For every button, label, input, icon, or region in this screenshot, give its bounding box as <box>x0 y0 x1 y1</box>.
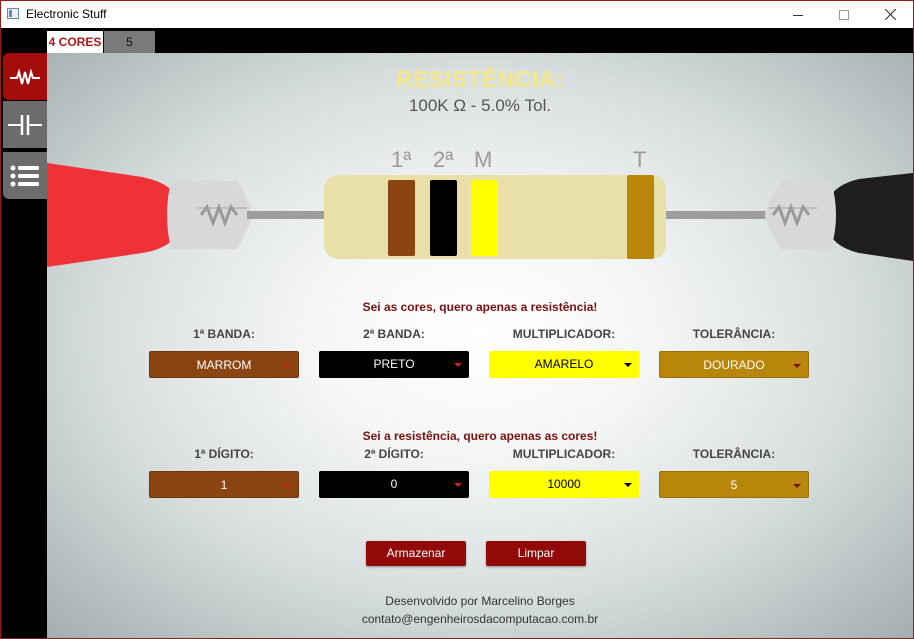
store-button[interactable]: Armazenar <box>366 541 466 566</box>
resistance-title: RESISTÊNCIA: <box>395 66 565 92</box>
capacitor-icon <box>8 114 42 135</box>
resistance-value: 100K Ω - 5.0% Tol. <box>408 96 552 115</box>
close-button[interactable] <box>867 1 913 28</box>
sidebar <box>1 53 47 638</box>
value-section-title: Sei a resistência, quero apenas as cores… <box>362 429 598 443</box>
band2-dropdown[interactable]: PRETO <box>319 351 469 378</box>
minimize-icon <box>793 14 803 16</box>
resistor-illustration <box>47 163 913 267</box>
chevron-down-icon <box>624 483 632 487</box>
multiplier-value-label: MULTIPLICADOR: <box>512 447 616 461</box>
tolerance-value-value: 5 <box>730 478 738 492</box>
right-lead <box>663 211 769 219</box>
digit1-dropdown[interactable]: 1 <box>149 471 299 498</box>
multiplier-color-dropdown[interactable]: AMARELO <box>489 351 639 378</box>
clear-button[interactable]: Limpar <box>486 541 586 566</box>
multiplier-color-label: MULTIPLICADOR: <box>512 327 616 341</box>
tab-5-cores[interactable]: 5 CORES <box>104 31 155 71</box>
resistor-band-1 <box>388 180 415 256</box>
right-probe <box>765 173 913 261</box>
resistor-band-2 <box>430 180 457 256</box>
band1-dropdown[interactable]: MARROM <box>149 351 299 378</box>
sidebar-item-resistor[interactable] <box>3 53 47 100</box>
footer-contact: contato@engenheirosdacomputacao.com.br <box>361 612 599 626</box>
main-content: RESISTÊNCIA: 100K Ω - 5.0% Tol. 1ª 2ª M … <box>47 53 913 638</box>
chevron-down-icon <box>793 484 801 488</box>
list-icon <box>10 165 39 186</box>
multiplier-color-value: AMARELO <box>534 357 594 371</box>
minimize-button[interactable] <box>775 1 821 28</box>
resistor-band-multiplier <box>471 180 498 256</box>
tolerance-color-dropdown[interactable]: DOURADO <box>659 351 809 378</box>
maximize-icon <box>839 9 849 20</box>
app-window: Electronic Stuff 4 CORES 5 CORES <box>0 0 914 639</box>
tolerance-color-label: TOLERÂNCIA: <box>692 327 776 341</box>
close-icon <box>884 9 896 20</box>
sidebar-item-list[interactable] <box>3 152 47 199</box>
left-lead <box>247 211 327 219</box>
multiplier-value-dropdown[interactable]: 10000 <box>489 471 639 498</box>
tolerance-color-value: DOURADO <box>703 358 765 372</box>
chevron-down-icon <box>454 363 462 367</box>
sidebar-item-capacitor[interactable] <box>3 101 47 148</box>
chevron-down-icon <box>283 364 291 368</box>
tab-bar: 4 CORES 5 CORES <box>1 28 913 71</box>
digit2-label: 2ª DÍGITO: <box>364 447 424 461</box>
digit2-dropdown[interactable]: 0 <box>319 471 469 498</box>
tolerance-value-label: TOLERÂNCIA: <box>692 447 776 461</box>
tab-4-cores[interactable]: 4 CORES <box>47 31 103 53</box>
digit1-label: 1ª DÍGITO: <box>194 447 254 461</box>
band1-label: 1ª BANDA: <box>193 327 255 341</box>
chevron-down-icon <box>624 363 632 367</box>
multiplier-value-value: 10000 <box>547 477 581 491</box>
left-probe <box>47 163 252 267</box>
band1-value: MARROM <box>196 358 252 372</box>
resistor-icon <box>10 67 40 84</box>
tolerance-value-dropdown[interactable]: 5 <box>659 471 809 498</box>
window-title: Electronic Stuff <box>26 7 107 21</box>
footer-author: Desenvolvido por Marcelino Borges <box>385 594 575 608</box>
digit1-value: 1 <box>220 478 228 492</box>
band2-label: 2ª BANDA: <box>363 327 425 341</box>
band2-value: PRETO <box>373 357 415 371</box>
chevron-down-icon <box>283 484 291 488</box>
chevron-down-icon <box>454 483 462 487</box>
chevron-down-icon <box>793 364 801 368</box>
maximize-button[interactable] <box>821 1 867 28</box>
app-icon <box>7 8 19 19</box>
colors-section-title: Sei as cores, quero apenas a resistência… <box>362 300 598 314</box>
digit2-value: 0 <box>390 477 398 491</box>
title-bar: Electronic Stuff <box>1 1 913 28</box>
resistor-band-tolerance <box>627 175 654 259</box>
